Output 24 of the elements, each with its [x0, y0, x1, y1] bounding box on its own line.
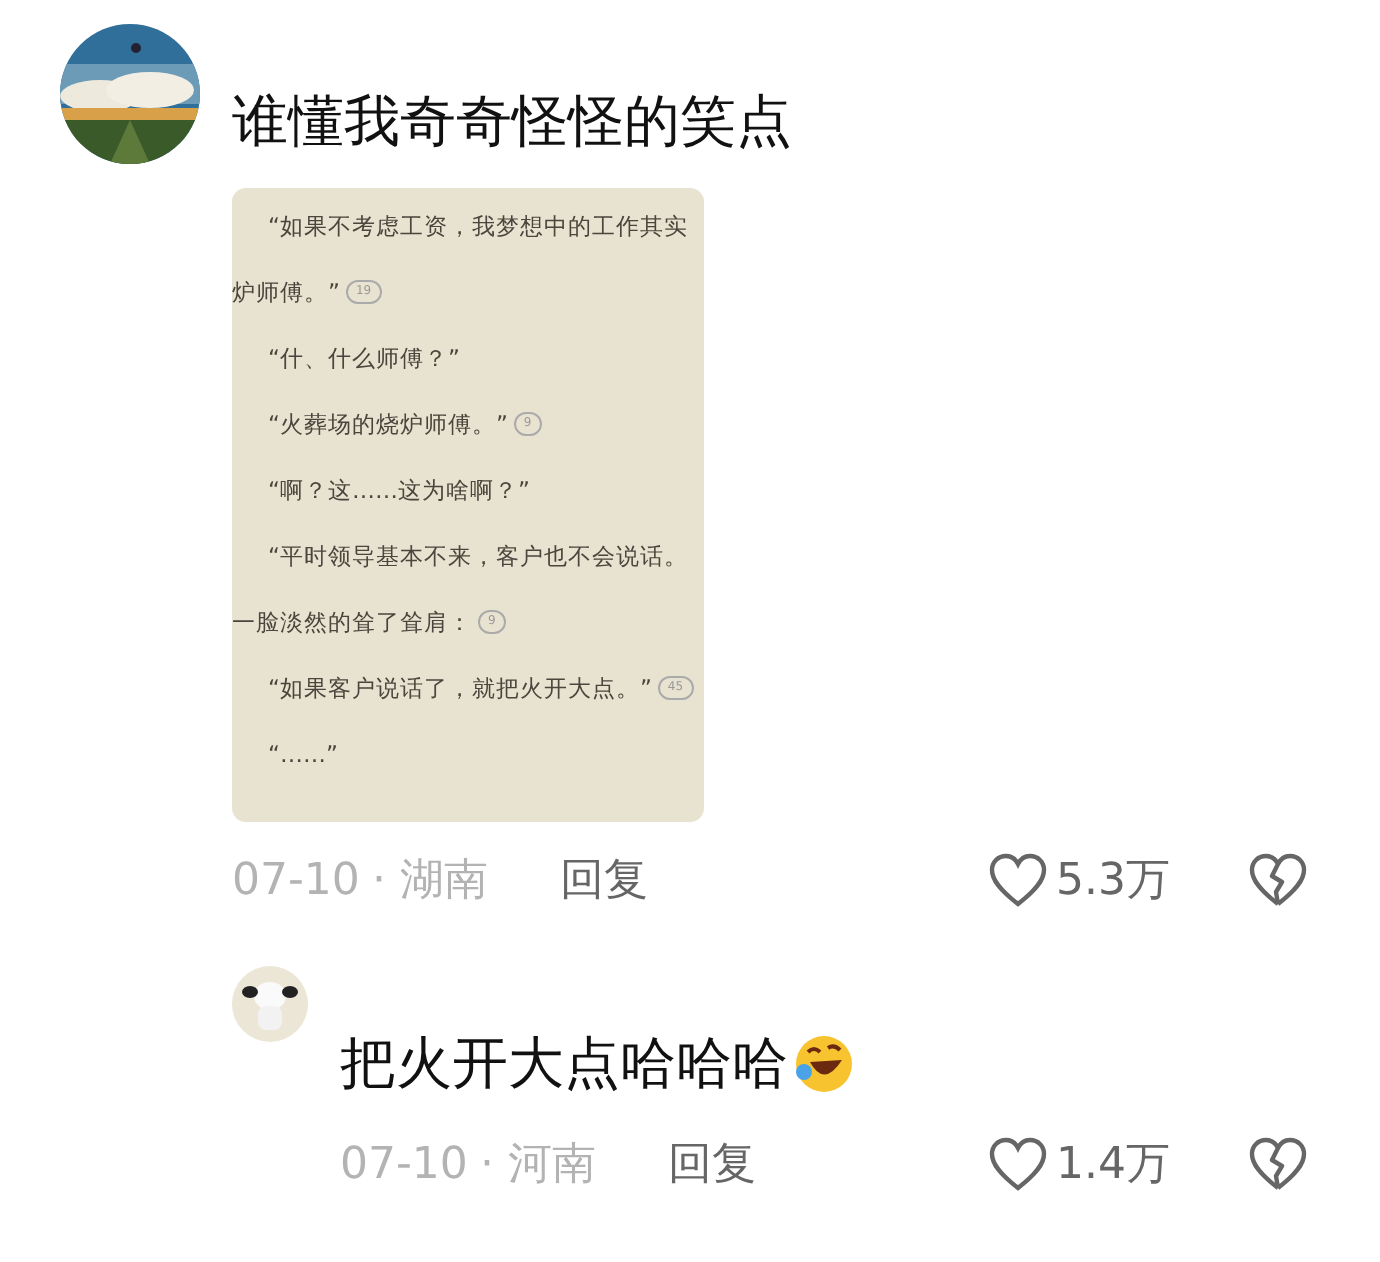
like-count: 5.3万	[1056, 854, 1170, 910]
book-text-line: “啊？这……这为啥啊？”	[268, 476, 530, 504]
comment-text: 把火开大点哈哈哈	[340, 1028, 788, 1100]
book-text-line: “火葬场的烧炉师傅。”	[268, 410, 508, 438]
reply-link[interactable]: 回复	[559, 850, 648, 910]
laughing-emoji-icon	[792, 1032, 856, 1096]
comment-region: · 河南	[479, 1138, 596, 1194]
heart-icon[interactable]	[988, 1136, 1048, 1192]
broken-heart-icon[interactable]	[1248, 1136, 1308, 1192]
comment-date: 07-10	[340, 1139, 468, 1189]
book-text-line: “如果客户说话了，就把火开大点。”	[268, 674, 652, 702]
reply-link[interactable]: 回复	[667, 1134, 756, 1194]
broken-heart-icon[interactable]	[1248, 852, 1308, 908]
book-text-line: “……”	[268, 740, 338, 768]
heart-icon[interactable]	[988, 852, 1048, 908]
book-text-line: 炉师傅。”	[232, 278, 340, 306]
comment-text: 谁懂我奇奇怪怪的笑点	[232, 86, 792, 158]
comment-region: · 湖南	[371, 854, 488, 910]
comment-date: 07-10	[232, 855, 360, 905]
book-text-line: “什、什么师傅？”	[268, 344, 460, 372]
book-text-line: 一脸淡然的耸了耸肩：	[232, 608, 472, 636]
like-count: 1.4万	[1056, 1138, 1170, 1194]
book-text-line: “如果不考虑工资，我梦想中的工作其实	[268, 212, 688, 240]
book-text-line: “平时领导基本不来，客户也不会说话。	[268, 542, 688, 570]
